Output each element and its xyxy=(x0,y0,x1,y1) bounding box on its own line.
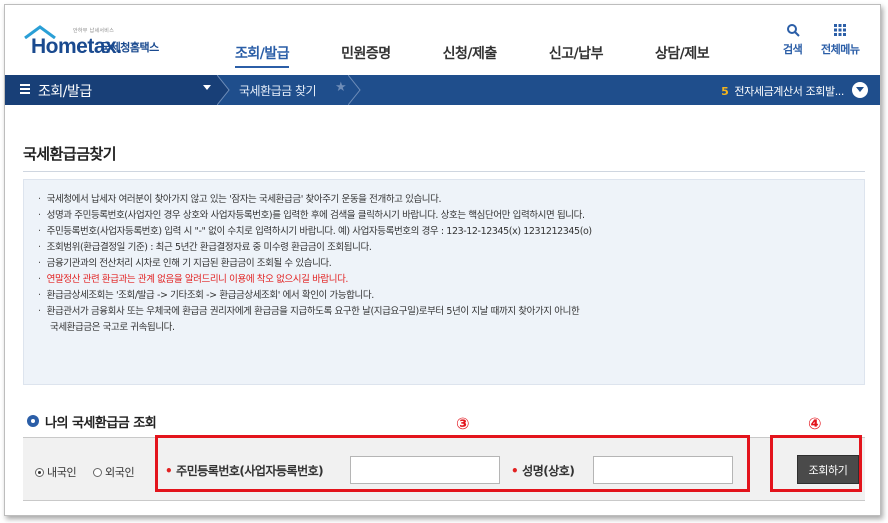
annotation-box-button xyxy=(770,435,862,492)
breadcrumb-separator-icon xyxy=(217,75,230,105)
radio-domestic-label: 내국인 xyxy=(47,466,77,479)
recent-menu-count: 5 xyxy=(721,85,729,98)
notice-item: 성명과 주민등록번호(사업자인 경우 상호와 사업자등록번호)를 입력한 후에 … xyxy=(38,208,850,224)
caret-down-icon xyxy=(203,85,211,90)
search-label: 검색 xyxy=(783,43,803,56)
grid-menu-icon xyxy=(834,24,847,36)
search-util-button[interactable]: 검색 xyxy=(783,23,803,57)
breadcrumb-end-icon xyxy=(348,75,361,105)
page-title: 국세환급금찾기 xyxy=(23,145,117,163)
title-divider xyxy=(23,171,865,172)
radio-foreign[interactable]: 외국인 xyxy=(93,464,135,480)
notice-box: 국세청에서 납세자 여러분이 찾아가지 않고 있는 '잠자는 국세환급금' 찾아… xyxy=(23,179,865,385)
nav-item-application[interactable]: 신청/제출 xyxy=(443,43,498,68)
notice-item-warning: 연말정산 관련 환급과는 관계 없음을 알려드리니 이용에 착오 없으시길 바랍… xyxy=(38,272,850,288)
all-menu-button[interactable]: 전체메뉴 xyxy=(821,23,860,57)
radio-unchecked-icon xyxy=(93,467,102,477)
section-bullet-icon xyxy=(27,415,39,427)
chevron-down-circle-icon[interactable] xyxy=(852,82,868,98)
radio-domestic[interactable]: 내국인 xyxy=(35,464,77,480)
hamburger-icon xyxy=(20,84,30,96)
recent-menu-link[interactable]: 5 전자세금계산서 조회발... xyxy=(721,83,844,99)
nav-item-consult[interactable]: 상담/제보 xyxy=(655,43,710,68)
breadcrumb-current[interactable]: 국세환급금 찾기 xyxy=(239,82,317,99)
logo-korean-name: 국세청홈택스 xyxy=(101,41,159,54)
notice-item: 주민등록번호(사업자등록번호) 입력 시 "-" 없이 수치로 입력하시기 바랍… xyxy=(38,224,850,240)
notice-item: 환급금상세조회는 '조회/발급 -> 기타조회 -> 환급금상세조회' 에서 확… xyxy=(38,288,850,304)
notice-item: 금융기관과의 전산처리 시차로 인해 기 지급된 환급금이 조회될 수 있습니다… xyxy=(38,256,850,272)
notice-item: 조회범위(환급결정일 기준) : 최근 5년간 환급결정자료 중 미수령 환급금… xyxy=(38,240,850,256)
favorite-star-icon[interactable]: ★ xyxy=(335,80,347,95)
annotation-box-inputs xyxy=(155,435,750,492)
annotation-number-3: ③ xyxy=(456,414,470,433)
notice-item-continued: 국세환급금은 국고로 귀속됩니다. xyxy=(50,322,175,333)
section-title: 나의 국세환급금 조회 xyxy=(45,416,157,431)
main-nav: 조회/발급 민원증명 신청/제출 신고/납부 상담/제보 xyxy=(235,43,761,68)
menu-bar: 조회/발급 국세환급금 찾기 ★ 5 전자세금계산서 조회발... xyxy=(5,75,880,105)
notice-item: 환급관서가 금융회사 또는 우체국에 환급금 권리자에게 환급금을 지급하도록 … xyxy=(38,304,850,320)
recent-menu-text: 전자세금계산서 조회발... xyxy=(734,85,844,98)
nav-item-certificates[interactable]: 민원증명 xyxy=(341,43,391,68)
nav-item-filing[interactable]: 신고/납부 xyxy=(549,43,604,68)
radio-foreign-label: 외국인 xyxy=(105,466,135,479)
site-header: 안하무 납세서비스 Hometax. 국세청홈택스 조회/발급 민원증명 신청/… xyxy=(5,5,880,71)
annotation-number-4: ④ xyxy=(808,414,822,433)
all-menu-label: 전체메뉴 xyxy=(821,43,860,56)
menu-dropdown[interactable]: 조회/발급 xyxy=(5,75,217,105)
browser-frame: 안하무 납세서비스 Hometax. 국세청홈택스 조회/발급 민원증명 신청/… xyxy=(4,4,881,516)
logo-tagline: 안하무 납세서비스 xyxy=(73,28,115,34)
menu-bar-title: 조회/발급 xyxy=(38,84,92,100)
hometax-logo[interactable]: 안하무 납세서비스 Hometax. 국세청홈택스 xyxy=(21,23,191,58)
radio-checked-icon xyxy=(35,467,44,477)
nav-item-inquiry[interactable]: 조회/발급 xyxy=(235,43,290,68)
notice-item: 국세청에서 납세자 여러분이 찾아가지 않고 있는 '잠자는 국세환급금' 찾아… xyxy=(38,192,850,208)
search-icon xyxy=(786,24,800,37)
